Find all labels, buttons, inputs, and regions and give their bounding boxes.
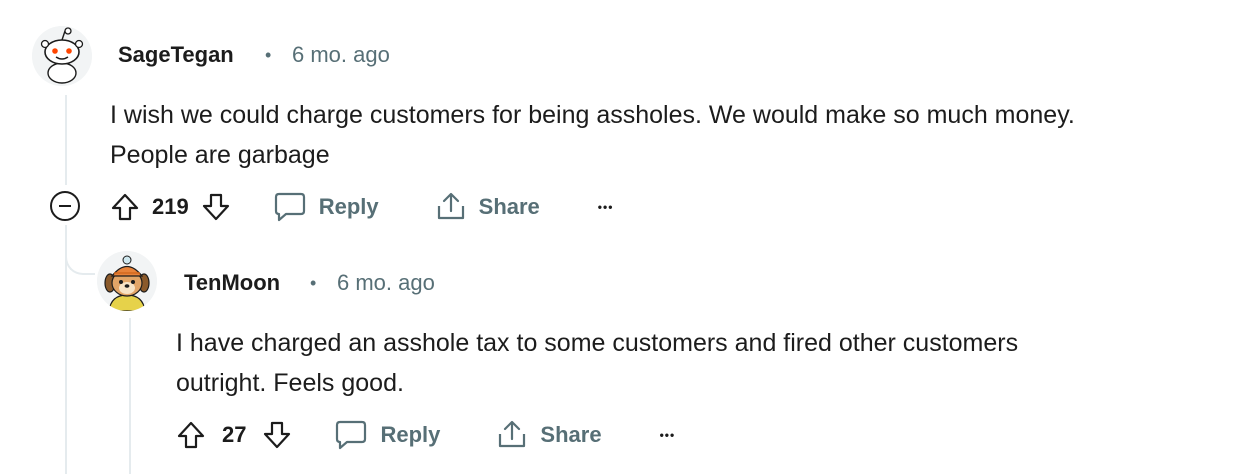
share-label: Share (540, 422, 602, 447)
collapse-button[interactable] (50, 191, 80, 221)
dog-avatar-icon[interactable] (97, 251, 157, 311)
more-options-button[interactable]: ••• (660, 428, 676, 442)
vote-count: 219 (152, 194, 189, 219)
comment-icon (336, 420, 367, 450)
comment-action-bar: 219 Reply Share ••• (110, 187, 613, 227)
thread-line-main (65, 95, 67, 185)
meta-separator: • (265, 45, 272, 65)
comment-action-bar: 27 Reply Share ••• (176, 415, 675, 455)
comment-thread: SageTegan • 6 mo. ago I wish we could ch… (0, 0, 1250, 474)
vote-count: 27 (222, 422, 247, 447)
share-button[interactable]: Share (435, 191, 540, 223)
comment-body: I have charged an asshole tax to some cu… (176, 323, 1018, 403)
reply-button[interactable]: Reply (273, 191, 379, 223)
comment-body: I wish we could charge customers for bei… (110, 95, 1075, 175)
thread-elbow (65, 235, 95, 275)
upvote-icon[interactable] (176, 420, 206, 450)
more-options-button[interactable]: ••• (598, 200, 614, 214)
snoo-avatar-icon[interactable] (32, 26, 92, 86)
comment-author[interactable]: SageTegan (118, 42, 234, 68)
reply-label: Reply (318, 194, 379, 219)
comment-body-line: I wish we could charge customers for bei… (110, 101, 1075, 129)
reply-label: Reply (380, 422, 441, 447)
comment-timestamp[interactable]: 6 mo. ago (337, 270, 435, 296)
share-button[interactable]: Share (496, 419, 602, 451)
meta-separator: • (310, 273, 317, 293)
downvote-icon[interactable] (262, 420, 292, 450)
comment-body-line: People are garbage (110, 141, 330, 169)
share-label: Share (478, 194, 540, 219)
share-icon (437, 192, 464, 220)
comment-icon (274, 192, 305, 222)
downvote-icon[interactable] (201, 192, 231, 222)
collapse-icon (59, 205, 71, 207)
comment-body-line: outright. Feels good. (176, 369, 404, 397)
comment-timestamp[interactable]: 6 mo. ago (292, 42, 390, 68)
upvote-icon[interactable] (110, 192, 140, 222)
comment-author[interactable]: TenMoon (184, 270, 280, 296)
thread-line-reply (129, 318, 131, 474)
reply-button[interactable]: Reply (334, 419, 440, 451)
comment-body-line: I have charged an asshole tax to some cu… (176, 329, 1019, 357)
share-icon (499, 420, 526, 448)
